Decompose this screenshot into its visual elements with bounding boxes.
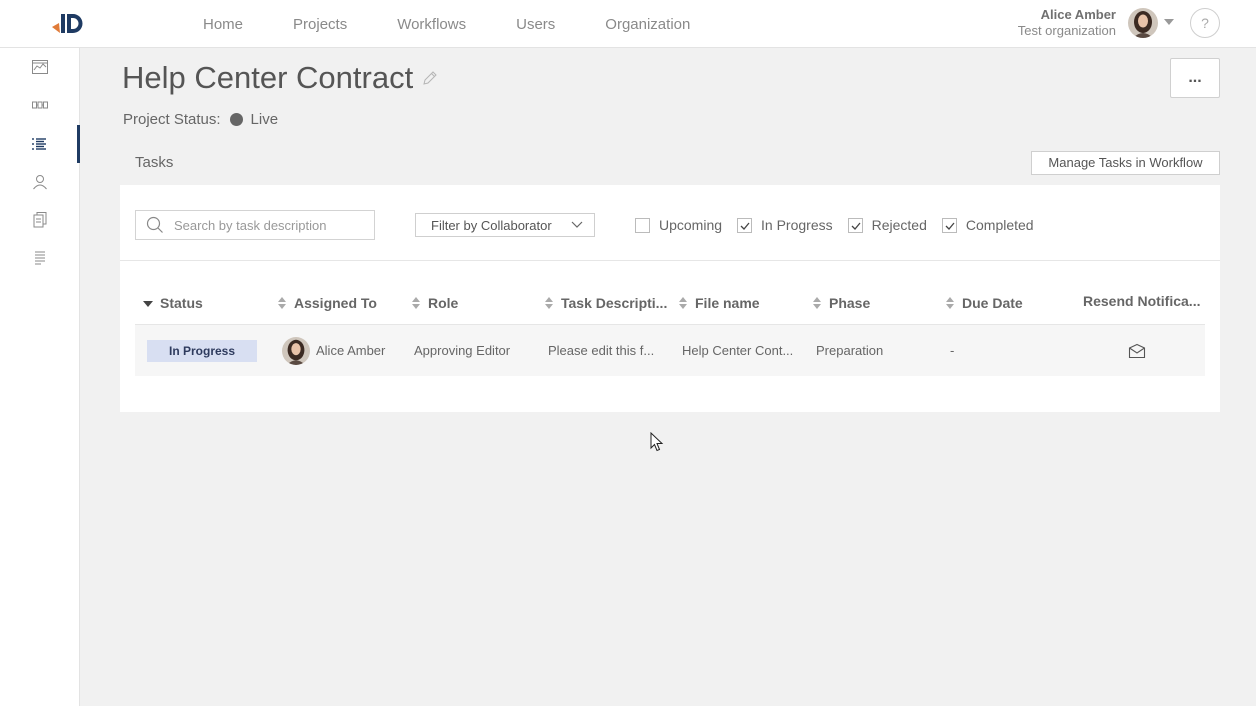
status-filters: Upcoming In Progress Rejected Completed: [635, 217, 1049, 233]
checkbox-checked-icon[interactable]: [737, 217, 753, 233]
nav-workflows[interactable]: Workflows: [397, 16, 466, 33]
chart-icon[interactable]: [0, 48, 80, 86]
divider: [120, 260, 1220, 261]
completed-checkbox[interactable]: Completed: [941, 217, 1034, 233]
sort-descending-icon: [143, 301, 153, 307]
user-name: Alice Amber: [1040, 7, 1116, 22]
column-header-file-name[interactable]: File name: [678, 295, 760, 311]
checkbox-checked-icon[interactable]: [847, 217, 863, 233]
collaborator-filter-label: Filter by Collaborator: [431, 217, 552, 233]
status-badge: In Progress: [147, 339, 257, 362]
sort-icon: [679, 297, 687, 309]
project-status: Project Status: Live: [123, 111, 278, 128]
mouse-cursor-icon: [650, 432, 664, 452]
tasks-table: Status Assigned To Role Task Descripti..…: [135, 287, 1205, 376]
envelope-icon[interactable]: [1128, 343, 1146, 359]
file-name-cell: Help Center Cont...: [682, 343, 794, 358]
user-organization: Test organization: [1017, 23, 1116, 38]
resend-notification-cell: [1128, 325, 1146, 376]
top-navigation-bar: Home Projects Workflows Users Organizati…: [0, 0, 1256, 48]
column-header-status[interactable]: Status: [143, 295, 203, 311]
phase-cell: Preparation: [816, 343, 884, 358]
app-logo[interactable]: [50, 10, 86, 38]
sort-icon: [412, 297, 420, 309]
log-icon[interactable]: [0, 239, 80, 277]
assigned-to-cell: Alice Amber: [282, 325, 385, 376]
status-dot-icon: [229, 113, 243, 126]
nav-organization[interactable]: Organization: [605, 16, 690, 33]
search-icon: [146, 216, 163, 233]
in-progress-checkbox[interactable]: In Progress: [737, 217, 833, 233]
description-cell: Please edit this f...: [548, 343, 655, 358]
task-search[interactable]: [135, 210, 375, 240]
user-avatar[interactable]: [1128, 8, 1158, 38]
status-cell: In Progress: [147, 325, 257, 376]
project-status-value: Live: [250, 111, 279, 128]
workflow-icon[interactable]: [0, 86, 80, 124]
column-label: Assigned To: [294, 295, 377, 311]
nav-users[interactable]: Users: [516, 16, 555, 33]
person-icon[interactable]: [0, 163, 80, 201]
role-cell: Approving Editor: [414, 343, 511, 358]
documents-icon[interactable]: [0, 201, 80, 239]
table-row[interactable]: In Progress Alice Amber Approving Editor…: [135, 325, 1205, 376]
sort-icon: [545, 297, 553, 309]
rejected-checkbox[interactable]: Rejected: [847, 217, 927, 233]
search-input[interactable]: [174, 217, 364, 233]
tasks-section-label: Tasks: [135, 154, 174, 171]
column-label: Role: [428, 295, 459, 311]
column-header-assigned-to[interactable]: Assigned To: [277, 295, 377, 311]
checkbox-unchecked-icon[interactable]: [635, 217, 650, 233]
upcoming-checkbox[interactable]: Upcoming: [635, 217, 722, 233]
column-header-resend-notification: Resend Notifica...: [1083, 293, 1200, 309]
due-date-cell: -: [950, 343, 955, 358]
page-header: Help Center Contract: [122, 60, 439, 96]
column-label: Task Descripti...: [561, 295, 668, 311]
project-status-label: Project Status:: [123, 111, 221, 128]
more-options-button[interactable]: ...: [1170, 58, 1220, 98]
column-label: Phase: [829, 295, 871, 311]
help-button[interactable]: ?: [1190, 8, 1220, 38]
tasks-card: Filter by Collaborator Upcoming In Progr…: [120, 185, 1220, 412]
sort-icon: [278, 297, 286, 309]
collaborator-filter-dropdown[interactable]: Filter by Collaborator: [415, 213, 595, 237]
column-label: Due Date: [962, 295, 1023, 311]
upcoming-label: Upcoming: [659, 217, 723, 233]
rejected-label: Rejected: [871, 217, 927, 233]
avatar: [282, 336, 310, 365]
sort-icon: [946, 297, 954, 309]
column-header-task-description[interactable]: Task Descripti...: [544, 295, 667, 311]
main-nav: Home Projects Workflows Users Organizati…: [203, 0, 740, 48]
nav-projects[interactable]: Projects: [293, 16, 347, 33]
user-menu-dropdown-icon[interactable]: [1164, 19, 1174, 25]
completed-label: Completed: [965, 217, 1034, 233]
left-sidebar: [0, 48, 80, 706]
user-info[interactable]: Alice Amber Test organization: [1018, 7, 1116, 39]
column-label: Resend Notifica...: [1083, 293, 1201, 309]
sort-icon: [813, 297, 821, 309]
in-progress-label: In Progress: [761, 217, 833, 233]
assignee-name: Alice Amber: [316, 343, 386, 358]
task-list-icon[interactable]: [0, 125, 80, 163]
column-label: File name: [695, 295, 760, 311]
manage-tasks-button[interactable]: Manage Tasks in Workflow: [1031, 151, 1220, 175]
column-label: Status: [160, 295, 203, 311]
checkbox-checked-icon[interactable]: [941, 217, 957, 233]
edit-pencil-icon[interactable]: [421, 69, 439, 87]
column-header-due-date[interactable]: Due Date: [945, 295, 1023, 311]
column-header-role[interactable]: Role: [411, 295, 458, 311]
nav-home[interactable]: Home: [203, 16, 243, 33]
page-title: Help Center Contract: [122, 60, 414, 95]
column-header-phase[interactable]: Phase: [812, 295, 870, 311]
chevron-down-icon: [571, 221, 583, 228]
table-header: Status Assigned To Role Task Descripti..…: [135, 287, 1205, 325]
